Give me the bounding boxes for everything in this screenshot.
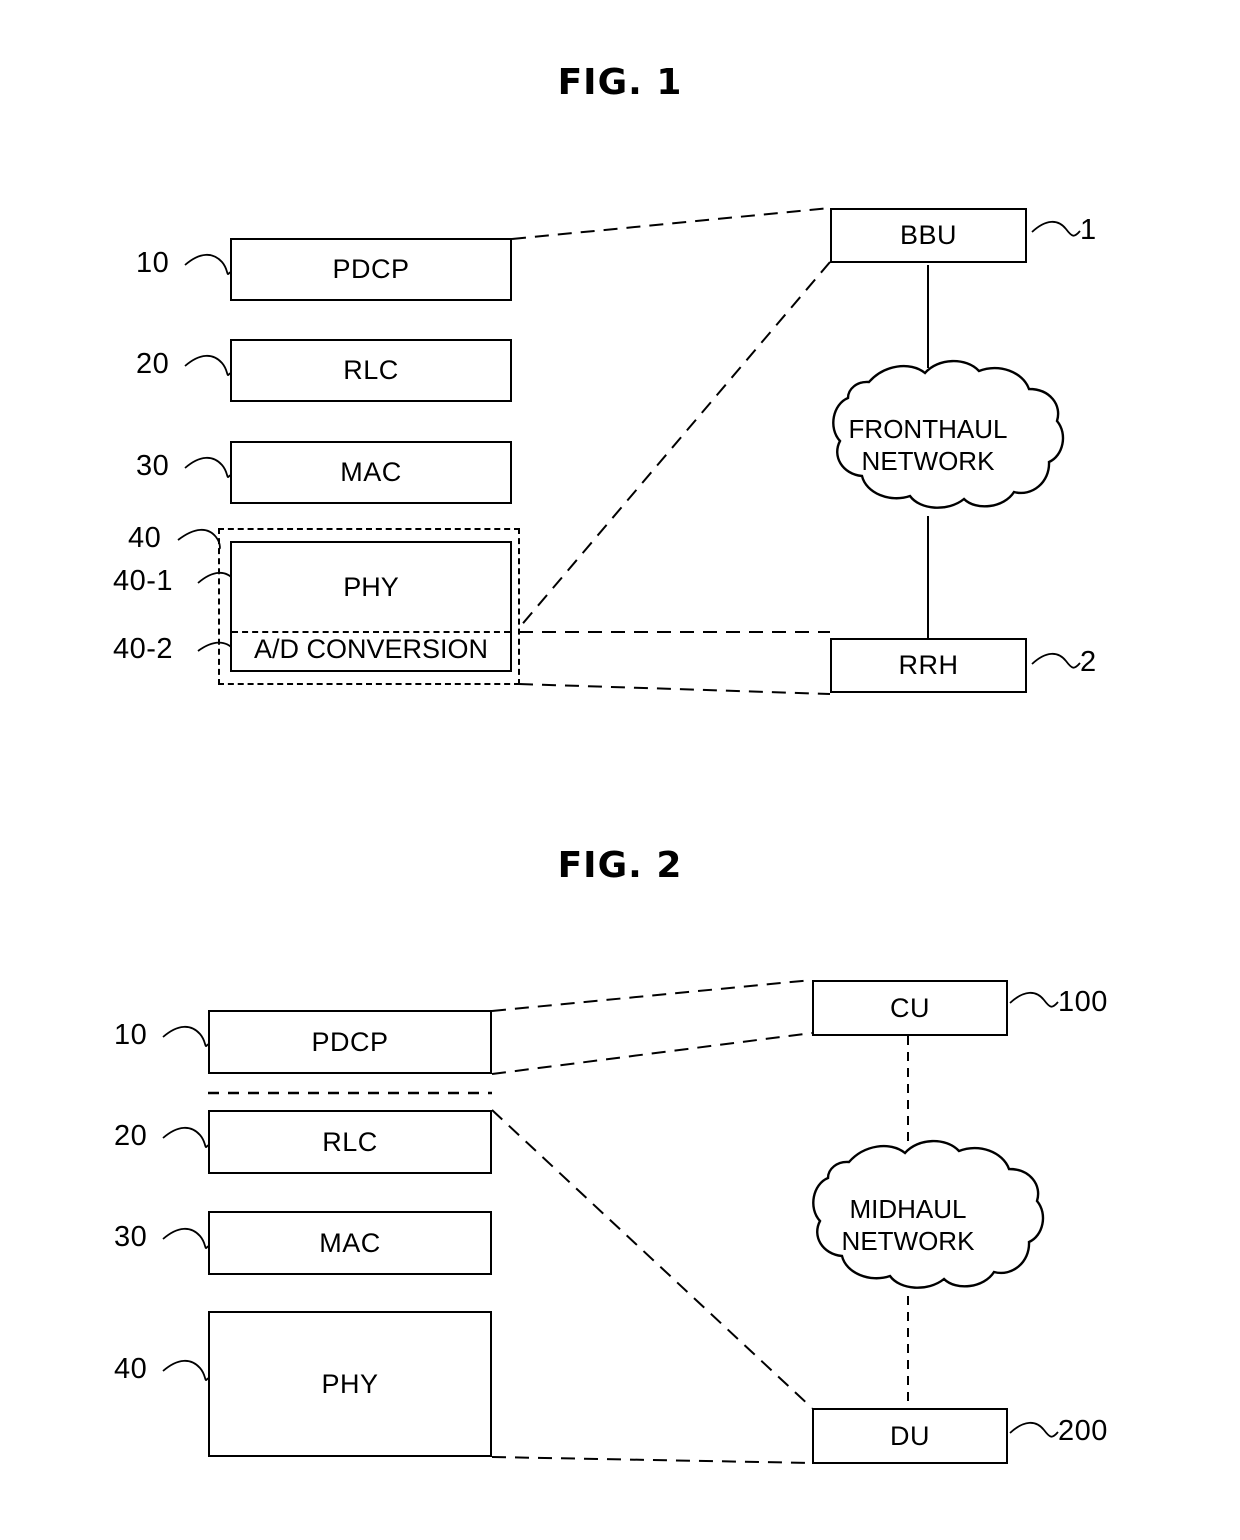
block-phy-fig2: PHY xyxy=(208,1311,492,1457)
leader-1 xyxy=(1031,220,1081,237)
ref-number-200-du: 200 xyxy=(1058,1415,1108,1447)
ref-number-40-2-fig1: 40-2 xyxy=(113,633,174,665)
block-mac-fig1: MAC xyxy=(230,441,512,504)
leader-20-f2 xyxy=(162,1126,209,1148)
block-bbu: BBU xyxy=(830,208,1027,263)
block-phy-label-fig1: PHY xyxy=(343,571,399,602)
fig1-connectors xyxy=(511,207,831,695)
block-phy-with-adc-fig1: PHY A/D CONVERSION xyxy=(230,541,512,672)
ref-number-30-fig2: 30 xyxy=(114,1221,148,1253)
connector-phy-to-du-bottom xyxy=(491,1456,813,1464)
connector-adcbox-to-rrh-bottom xyxy=(518,683,831,695)
figure-vector-layer xyxy=(162,207,1081,1464)
block-cu: CU xyxy=(812,980,1008,1036)
block-du: DU xyxy=(812,1408,1008,1464)
ref-number-10-fig1: 10 xyxy=(136,247,170,279)
leader-2 xyxy=(1031,652,1081,669)
connector-pdcp-to-cu-bottom xyxy=(491,1032,813,1075)
ref-number-30-fig1: 30 xyxy=(136,450,170,482)
leader-30 xyxy=(184,456,231,478)
ref-number-10-fig2: 10 xyxy=(114,1019,148,1051)
fig2-connectors xyxy=(491,979,813,1464)
ref-number-20-fig1: 20 xyxy=(136,348,170,380)
ref-number-20-fig2: 20 xyxy=(114,1120,148,1152)
connector-pdcp-to-cu-top xyxy=(491,979,813,1012)
block-pdcp-fig2: PDCP xyxy=(208,1010,492,1074)
block-rlc-fig1: RLC xyxy=(230,339,512,402)
figure-2-title: FIG. 2 xyxy=(557,845,683,886)
figure-1-title: FIG. 1 xyxy=(557,62,683,103)
leader-100 xyxy=(1009,991,1059,1008)
block-pdcp-fig1: PDCP xyxy=(230,238,512,301)
leader-10-f2 xyxy=(162,1025,209,1047)
leader-10 xyxy=(184,253,231,275)
leader-20 xyxy=(184,354,231,376)
drawing-sheet: FIG. 1 10 PDCP 20 RLC 30 MAC 40 40-1 40-… xyxy=(0,0,1240,1540)
cloud-label-fronthaul: FRONTHAUL NETWORK xyxy=(848,414,1008,476)
ref-number-40-1-fig1: 40-1 xyxy=(113,565,174,597)
connector-bbu-to-phy-boundary xyxy=(518,261,831,629)
block-mac-fig2: MAC xyxy=(208,1211,492,1275)
block-rlc-fig2: RLC xyxy=(208,1110,492,1174)
cloud-label-midhaul: MIDHAUL NETWORK xyxy=(841,1194,975,1256)
ref-number-40-fig1: 40 xyxy=(128,522,162,554)
connector-pdcp-to-bbu xyxy=(511,207,831,240)
leader-40-f2 xyxy=(162,1359,209,1381)
leader-30-f2 xyxy=(162,1227,209,1249)
leader-200 xyxy=(1009,1421,1059,1438)
leader-40 xyxy=(177,528,221,550)
block-adc-label-fig1: A/D CONVERSION xyxy=(253,634,489,664)
connector-rlc-to-du-top xyxy=(491,1109,813,1409)
ref-number-2-rrh: 2 xyxy=(1080,646,1097,678)
ref-number-40-fig2: 40 xyxy=(114,1353,148,1385)
ref-number-1-bbu: 1 xyxy=(1080,214,1097,246)
ref-number-100-cu: 100 xyxy=(1058,986,1108,1018)
block-rrh: RRH xyxy=(830,638,1027,693)
